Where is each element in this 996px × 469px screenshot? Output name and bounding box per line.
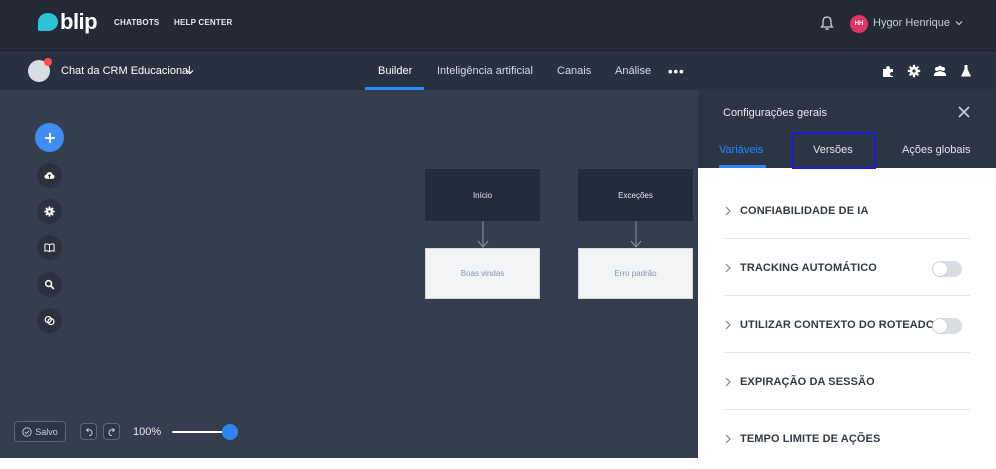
panel-title: Configurações gerais — [723, 107, 827, 119]
chevron-right-icon — [725, 206, 731, 216]
tab-canais[interactable]: Canais — [557, 65, 591, 77]
book-icon — [44, 243, 55, 253]
search-icon — [44, 279, 55, 290]
chevron-right-icon — [725, 263, 731, 273]
chevron-down-icon[interactable] — [955, 19, 963, 27]
tracking-toggle[interactable] — [932, 261, 962, 277]
nav-help-center[interactable]: HELP CENTER — [174, 18, 233, 27]
flow-block-default-error[interactable]: Erro padrão — [578, 248, 693, 299]
chevron-right-icon — [725, 377, 731, 387]
settings-panel-header: Configurações gerais Variáveis Versões A… — [698, 90, 996, 169]
zoom-slider-thumb[interactable] — [222, 424, 238, 440]
more-options-button[interactable]: ••• — [668, 64, 685, 79]
user-name[interactable]: Hygor Henrique — [873, 17, 950, 29]
accordion-label: TRACKING AUTOMÁTICO — [740, 262, 877, 274]
add-block-button[interactable] — [35, 123, 64, 152]
chevron-right-icon — [725, 434, 731, 444]
team-icon[interactable] — [933, 64, 947, 78]
bot-avatar[interactable] — [28, 58, 52, 82]
logo-bubble-icon — [38, 13, 58, 31]
zoom-level: 100% — [133, 426, 162, 438]
flask-icon[interactable] — [959, 64, 973, 78]
accordion-label: UTILIZAR CONTEXTO DO ROTEADOR — [740, 319, 943, 331]
flow-canvas[interactable]: Início Boas vindas Exceções Erro padrão — [0, 90, 698, 458]
tab-acoes-globais[interactable]: Ações globais — [902, 144, 971, 156]
router-context-toggle[interactable] — [932, 318, 962, 334]
canvas-bottom-strip — [0, 458, 698, 469]
panel-tab-active-indicator — [719, 165, 766, 168]
chevron-right-icon — [725, 320, 731, 330]
documentation-button[interactable] — [37, 235, 62, 260]
accordion-expiracao-sessao[interactable]: EXPIRAÇÃO DA SESSÃO — [724, 353, 970, 410]
link-button[interactable] — [37, 308, 62, 333]
accordion-label: TEMPO LIMITE DE AÇÕES — [740, 433, 881, 445]
close-icon[interactable] — [957, 105, 971, 119]
undo-icon — [85, 427, 93, 436]
settings-panel: Configurações gerais Variáveis Versões A… — [698, 90, 996, 469]
settings-button[interactable] — [37, 199, 62, 224]
bot-header: Chat da CRM Educacional Builder Inteligê… — [0, 50, 996, 90]
connector-arrow — [630, 221, 642, 248]
bell-icon[interactable] — [820, 15, 834, 31]
check-circle-icon — [22, 426, 32, 437]
flow-block-exceptions[interactable]: Exceções — [578, 169, 693, 221]
flow-block-welcome[interactable]: Boas vindas — [425, 248, 540, 299]
tab-analise[interactable]: Análise — [615, 65, 651, 77]
connector-arrow — [477, 221, 489, 248]
accordion-label: CONFIABILIDADE DE IA — [740, 205, 869, 217]
search-button[interactable] — [37, 272, 62, 297]
undo-button[interactable] — [80, 423, 97, 440]
saved-status-button[interactable]: Salvo — [14, 421, 66, 442]
cloud-upload-icon — [44, 172, 55, 179]
gear-icon — [44, 206, 55, 217]
top-bar: blip CHATBOTS HELP CENTER HH Hygor Henri… — [0, 0, 996, 50]
focus-highlight — [792, 132, 876, 169]
accordion-contexto-roteador[interactable]: UTILIZAR CONTEXTO DO ROTEADOR — [724, 296, 970, 353]
tab-inteligencia-artificial[interactable]: Inteligência artificial — [437, 65, 533, 77]
blip-logo[interactable]: blip — [38, 9, 98, 34]
redo-icon — [107, 427, 115, 436]
flow-block-start[interactable]: Início — [425, 169, 540, 221]
gear-icon[interactable] — [907, 64, 921, 78]
user-avatar[interactable]: HH — [850, 15, 868, 33]
nav-chatbots[interactable]: CHATBOTS — [114, 18, 159, 27]
link-icon — [44, 315, 55, 326]
accordion-label: EXPIRAÇÃO DA SESSÃO — [740, 376, 875, 388]
tab-builder[interactable]: Builder — [378, 65, 412, 77]
accordion-confiabilidade-ia[interactable]: CONFIABILIDADE DE IA — [724, 182, 970, 239]
accordion-tempo-limite-acoes[interactable]: TEMPO LIMITE DE AÇÕES — [724, 410, 970, 467]
tab-variaveis[interactable]: Variáveis — [719, 144, 763, 156]
bot-name[interactable]: Chat da CRM Educacional — [61, 65, 191, 77]
chevron-down-icon[interactable] — [186, 68, 194, 76]
publish-button[interactable] — [37, 163, 62, 188]
logo-text: blip — [60, 9, 98, 34]
zoom-slider-track[interactable] — [172, 431, 228, 433]
puzzle-icon[interactable] — [881, 64, 895, 78]
add-icon — [44, 132, 55, 143]
saved-status-label: Salvo — [35, 426, 58, 437]
redo-button[interactable] — [103, 423, 120, 440]
accordion-tracking-automatico[interactable]: TRACKING AUTOMÁTICO — [724, 239, 970, 296]
